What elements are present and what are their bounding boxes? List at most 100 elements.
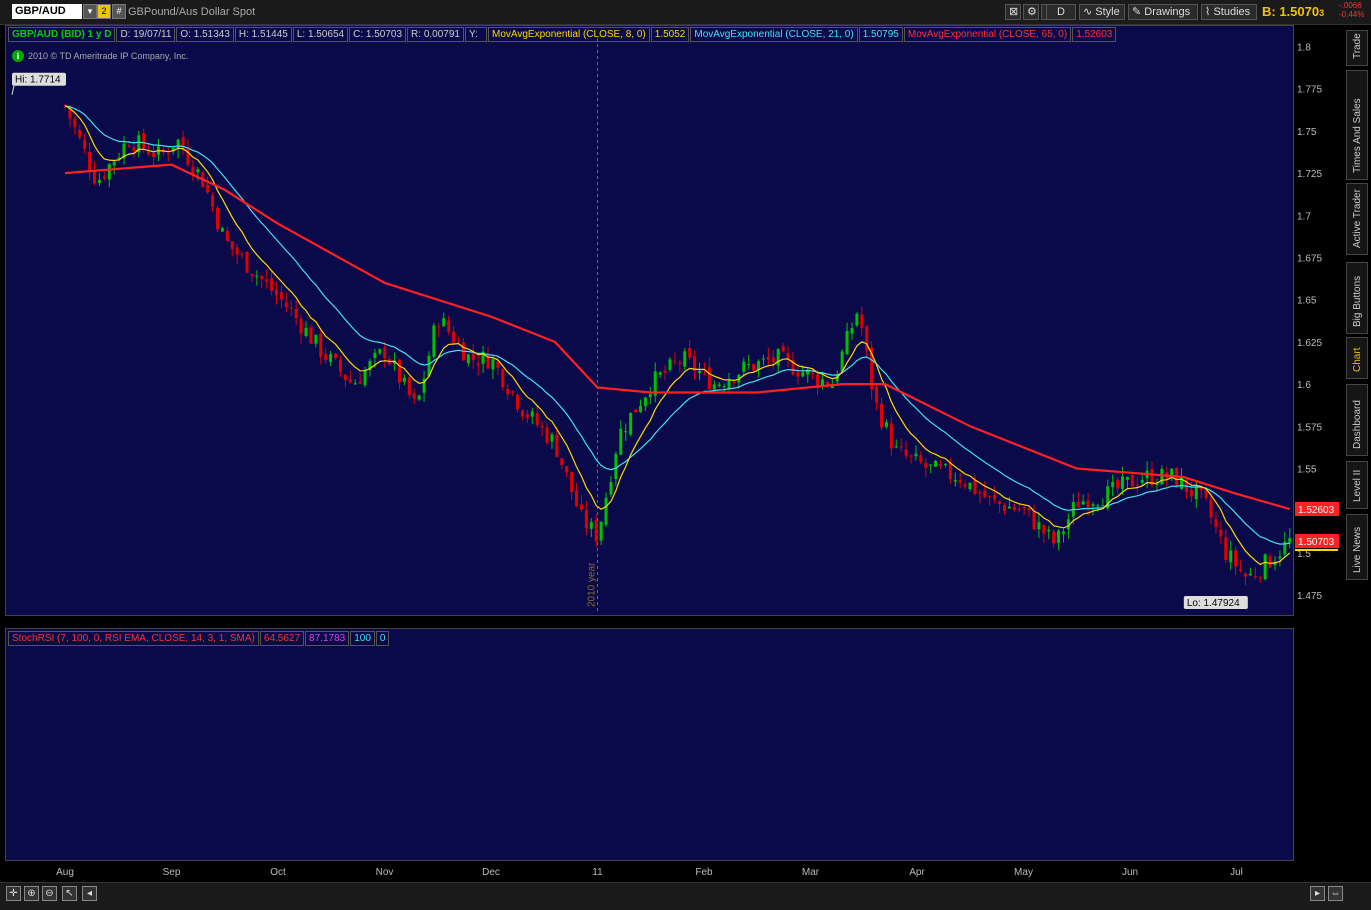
- side-tab-label: Active Trader: [1352, 189, 1363, 248]
- candle-body: [471, 353, 475, 361]
- candle-body: [1052, 531, 1056, 544]
- side-tab-label: Dashboard: [1352, 400, 1363, 449]
- side-tab-times-and-sales[interactable]: Times And Sales: [1346, 70, 1368, 180]
- x-month-label: Apr: [909, 867, 925, 878]
- study-axis: [1294, 628, 1342, 861]
- price-tick-label: 1.575: [1297, 422, 1322, 433]
- candle-body: [230, 241, 234, 249]
- zoom-out-icon[interactable]: ⊖: [42, 886, 57, 901]
- x-month-label: May: [1014, 867, 1033, 878]
- side-tab-big-buttons[interactable]: Big Buttons: [1346, 262, 1368, 334]
- candle-body: [176, 139, 180, 149]
- candle-body: [452, 331, 456, 343]
- candle-body: [1012, 506, 1016, 510]
- candle-body: [299, 318, 303, 334]
- candle-body: [112, 161, 116, 166]
- candle-body: [1130, 475, 1134, 487]
- candle-body: [712, 384, 716, 390]
- side-tab-level-ii[interactable]: Level II: [1346, 461, 1368, 509]
- candle-body: [88, 151, 92, 171]
- candle-body: [1101, 505, 1105, 507]
- candle-body: [535, 413, 539, 426]
- candle-body: [1057, 530, 1061, 543]
- candle-body: [1017, 508, 1021, 511]
- candle-body: [1135, 484, 1139, 486]
- candle-body: [638, 405, 642, 412]
- candle-body: [506, 388, 510, 395]
- candle-body: [811, 372, 815, 374]
- candle-body: [1234, 550, 1238, 567]
- price-tick-label: 1.65: [1297, 296, 1317, 307]
- candle-body: [978, 492, 982, 494]
- candle-body: [102, 176, 106, 179]
- candle-body: [840, 351, 844, 372]
- candle-body: [579, 504, 583, 510]
- pointer-icon[interactable]: ↖: [62, 886, 77, 901]
- candle-body: [324, 354, 328, 360]
- candle-body: [648, 394, 652, 398]
- study-pane[interactable]: [5, 628, 1294, 861]
- candle-body: [958, 479, 962, 483]
- candle-body: [1243, 573, 1247, 577]
- candle-body: [466, 354, 470, 364]
- scroll-left-icon[interactable]: ◂: [82, 886, 97, 901]
- candle-body: [988, 496, 992, 498]
- year-label: 2010 year: [587, 562, 598, 607]
- candle-body: [166, 153, 170, 155]
- side-tab-active-trader[interactable]: Active Trader: [1346, 183, 1368, 255]
- side-tab-chart[interactable]: Chart: [1346, 337, 1368, 379]
- candle-body: [1160, 469, 1164, 485]
- candle-body: [634, 409, 638, 413]
- candle-body: [78, 129, 82, 138]
- candle-body: [152, 152, 156, 157]
- candle-body: [402, 377, 406, 382]
- candle-body: [540, 425, 544, 428]
- candle-body: [1037, 522, 1041, 530]
- candle-body: [1268, 556, 1272, 568]
- price-tick-label: 1.75: [1297, 127, 1317, 138]
- zoom-in-icon[interactable]: ⊕: [24, 886, 39, 901]
- candle-body: [939, 464, 943, 466]
- candle-body: [225, 230, 229, 241]
- side-tab-trade[interactable]: Trade: [1346, 30, 1368, 66]
- candle-body: [884, 422, 888, 428]
- candle-body: [565, 466, 569, 473]
- scroll-right-icon[interactable]: ▸: [1310, 886, 1325, 901]
- candle-body: [550, 434, 554, 442]
- price-tick-label: 1.625: [1297, 338, 1322, 349]
- side-tab-label: Live News: [1352, 526, 1363, 573]
- candle-body: [1047, 529, 1051, 532]
- crosshair-icon[interactable]: ✛: [6, 886, 21, 901]
- candle-body: [609, 482, 613, 495]
- expand-icon[interactable]: ⇔: [1328, 886, 1343, 901]
- candle-body: [570, 471, 574, 493]
- side-tab-live-news[interactable]: Live News: [1346, 514, 1368, 580]
- candle-body: [584, 510, 588, 529]
- candle-body: [1076, 501, 1080, 508]
- candle-body: [555, 434, 559, 457]
- candle-body: [919, 455, 923, 463]
- candle-body: [742, 361, 746, 372]
- candle-body: [993, 495, 997, 500]
- candle-body: [186, 148, 190, 165]
- candle-body: [348, 379, 352, 383]
- candle-body: [240, 253, 244, 255]
- hi-callout-label: Hi: 1.7714: [15, 75, 61, 86]
- candle-body: [289, 307, 293, 309]
- side-tab-label: Chart: [1352, 347, 1363, 372]
- candle-body: [1032, 511, 1036, 530]
- candle-body: [1229, 550, 1233, 563]
- candle-body: [215, 207, 219, 230]
- candle-body: [998, 501, 1002, 504]
- candle-body: [860, 314, 864, 328]
- candle-body: [284, 302, 288, 307]
- candle-body: [717, 384, 721, 387]
- study-header: StochRSI (7, 100, 0, RSI EMA, CLOSE, 14,…: [8, 631, 390, 646]
- candle-body: [953, 480, 957, 482]
- candle-body: [1288, 538, 1292, 544]
- candle-body: [235, 247, 239, 255]
- price-tick-label: 1.7: [1297, 211, 1311, 222]
- candle-body: [442, 318, 446, 327]
- candle-body: [476, 363, 480, 366]
- side-tab-dashboard[interactable]: Dashboard: [1346, 384, 1368, 456]
